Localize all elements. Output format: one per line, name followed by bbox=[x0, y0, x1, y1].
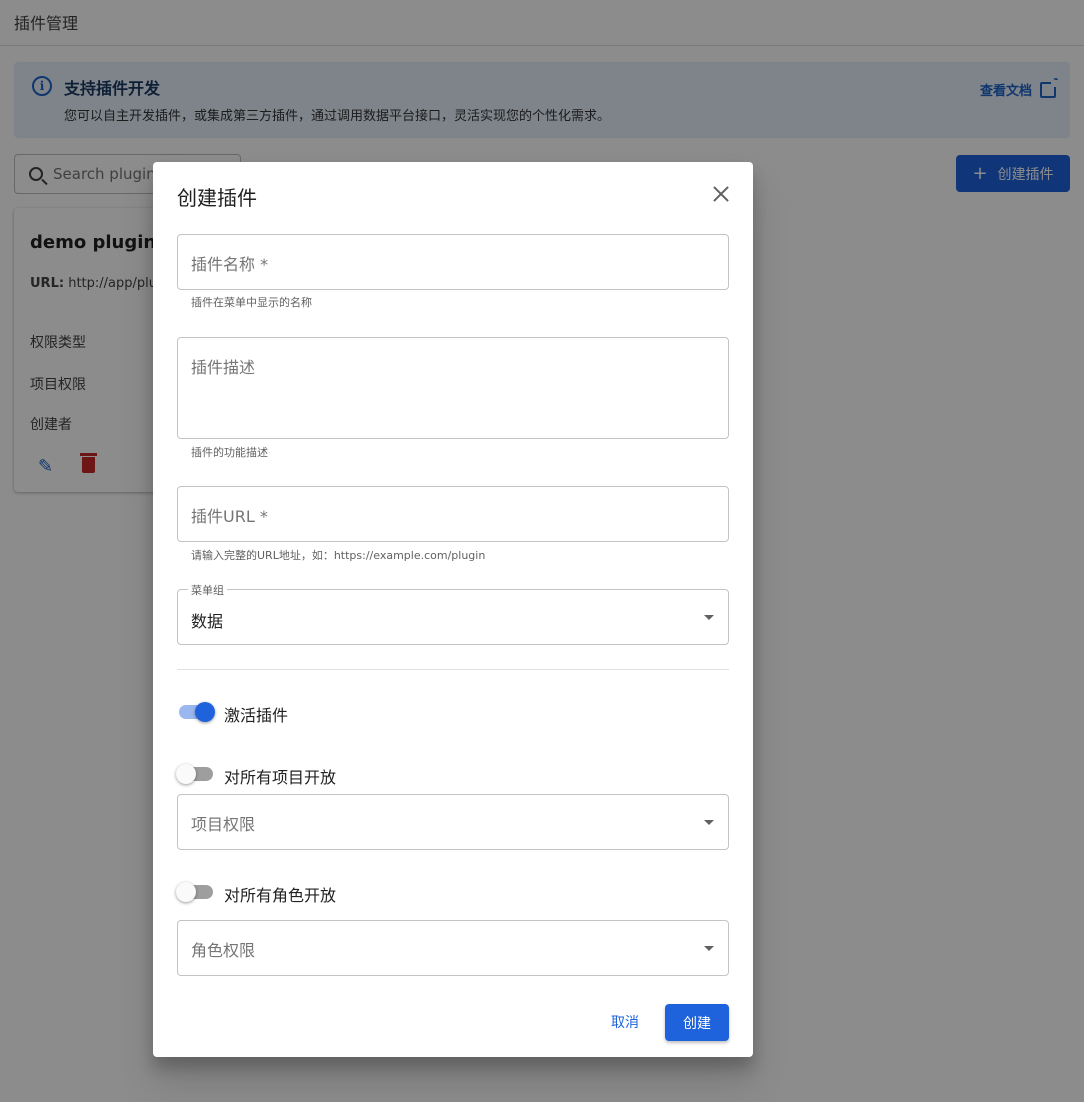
close-icon[interactable] bbox=[711, 184, 731, 204]
menu-group-value: 数据 bbox=[191, 612, 224, 631]
cancel-button[interactable]: 取消 bbox=[597, 1004, 653, 1040]
project-permission-select[interactable]: 项目权限 bbox=[177, 794, 729, 850]
plugin-name-helper: 插件在菜单中显示的名称 bbox=[191, 296, 312, 309]
plugin-name-label: 插件名称 * bbox=[191, 255, 269, 274]
all-projects-switch[interactable] bbox=[176, 764, 213, 784]
divider bbox=[177, 669, 729, 670]
plugin-url-label: 插件URL * bbox=[191, 507, 268, 526]
create-plugin-dialog: 创建插件 插件名称 * 插件在菜单中显示的名称 插件描述 插件的功能描述 插件U… bbox=[153, 162, 753, 1057]
menu-group-label: 菜单组 bbox=[188, 582, 227, 598]
switch-thumb bbox=[176, 764, 196, 784]
project-permission-placeholder: 项目权限 bbox=[191, 815, 256, 834]
role-permission-select[interactable]: 角色权限 bbox=[177, 920, 729, 976]
chevron-down-icon bbox=[704, 946, 714, 951]
menu-group-select[interactable]: 菜单组 数据 bbox=[177, 582, 729, 645]
plugin-name-field[interactable]: 插件名称 * bbox=[177, 234, 729, 290]
activate-plugin-label: 激活插件 bbox=[224, 706, 289, 725]
plugin-description-label: 插件描述 bbox=[191, 358, 256, 377]
all-projects-label: 对所有项目开放 bbox=[224, 768, 337, 787]
plugin-url-helper: 请输入完整的URL地址，如：https://example.com/plugin bbox=[191, 549, 486, 562]
all-roles-label: 对所有角色开放 bbox=[224, 886, 337, 905]
plugin-url-field[interactable]: 插件URL * bbox=[177, 486, 729, 542]
plugin-description-field[interactable]: 插件描述 bbox=[177, 337, 729, 439]
role-permission-placeholder: 角色权限 bbox=[191, 941, 256, 960]
chevron-down-icon bbox=[704, 820, 714, 825]
switch-thumb bbox=[195, 702, 215, 722]
switch-thumb bbox=[176, 882, 196, 902]
dialog-title: 创建插件 bbox=[177, 186, 257, 210]
plugin-description-helper: 插件的功能描述 bbox=[191, 446, 268, 459]
all-roles-switch[interactable] bbox=[176, 882, 213, 902]
activate-plugin-switch[interactable] bbox=[177, 702, 215, 722]
chevron-down-icon bbox=[704, 615, 714, 620]
create-button[interactable]: 创建 bbox=[665, 1004, 729, 1041]
